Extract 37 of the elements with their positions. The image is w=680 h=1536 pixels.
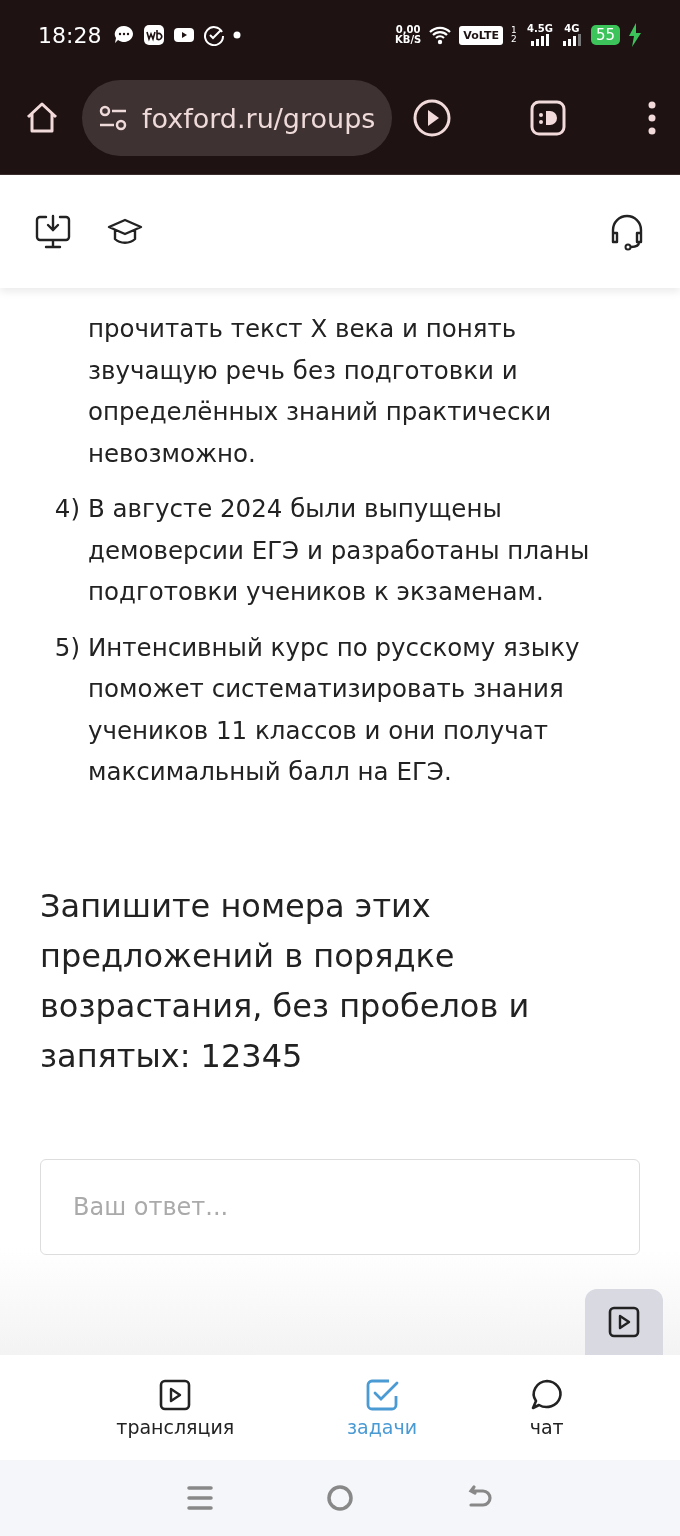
charging-icon: [628, 23, 642, 47]
signal-icon: [560, 34, 583, 46]
video-toggle-button[interactable]: [585, 1289, 663, 1355]
volte-badge: VoLTE: [459, 25, 503, 45]
home-circle-icon[interactable]: [326, 1484, 354, 1512]
play-square-icon: [607, 1305, 641, 1339]
checkbox-icon: [364, 1377, 399, 1412]
network-type: 4G: [564, 24, 580, 34]
chat-bubble-icon: [529, 1377, 564, 1412]
list-item-text: Интенсивный курс по русскому языку поможет систематизировать знания учеников 11 классов и они получат максимальный балл на ЕГЭ.: [88, 631, 581, 788]
download-monitor-icon[interactable]: [34, 212, 72, 251]
nav-tab[interactable]: чат: [529, 1377, 564, 1438]
sim-numbers: 1 2: [510, 26, 518, 44]
chat-bubble-icon: [113, 24, 136, 46]
address-bar[interactable]: foxford.ru/groups: [82, 80, 392, 156]
network-type: 4.5G: [526, 24, 553, 34]
network-speed: 0,00 KB/S: [395, 25, 422, 45]
wifi-icon: [429, 24, 452, 46]
list-item-text: прочитать текст Х века и понять звучащую речь без подготовки и определённых знаний практически невозможно.: [88, 313, 553, 470]
list-number: 5): [54, 632, 80, 662]
url-text: foxford.ru/groups: [142, 102, 376, 134]
check-circle-icon: [203, 24, 226, 46]
smiley-tab-icon[interactable]: [528, 98, 568, 138]
recent-apps-icon[interactable]: [186, 1484, 214, 1512]
battery-level: 55: [590, 25, 620, 45]
question-text: Запишите номера этих предложений в порядке возрастания, без пробелов и запятых: 12345: [40, 885, 531, 1077]
nav-tab[interactable]: трансляция: [116, 1377, 235, 1438]
site-settings-icon[interactable]: [98, 105, 128, 131]
list-item-text: В августе 2024 были выпущены демоверсии ЕГЭ и разработаны планы подготовки учеников к экзаменам.: [88, 493, 591, 608]
play-square-icon: [158, 1377, 193, 1412]
play-circle-icon[interactable]: [412, 98, 452, 138]
list-number: 4): [54, 494, 80, 523]
clock-time: 18:28: [38, 22, 102, 48]
app-badge-icon: [143, 24, 166, 46]
dot-icon: [233, 31, 242, 39]
answer-field[interactable]: Ваш ответ...: [40, 1158, 640, 1255]
signal-icon: [528, 34, 551, 46]
